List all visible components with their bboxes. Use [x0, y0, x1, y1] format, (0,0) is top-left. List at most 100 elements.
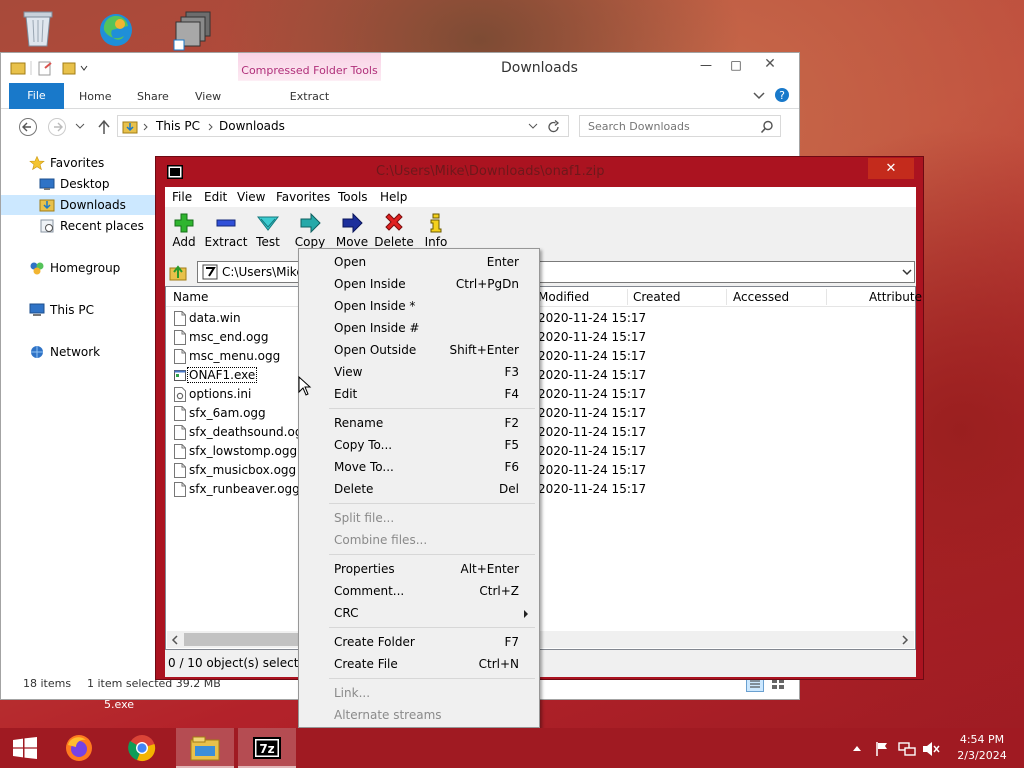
taskbar-file-explorer[interactable]	[176, 728, 234, 768]
menu-item-open-outside[interactable]: Open Outside Shift+Enter	[301, 339, 537, 361]
tab-file[interactable]: File	[9, 83, 64, 109]
nav-homegroup[interactable]: Homegroup	[1, 258, 159, 278]
nav-network[interactable]: Network	[1, 342, 159, 362]
menu-file[interactable]: File	[172, 190, 192, 204]
system-clock[interactable]: 4:54 PM 2/3/2024	[950, 732, 1014, 764]
recent-locations-icon[interactable]	[75, 123, 85, 131]
7zip-icon: 7z	[253, 737, 281, 759]
volume-muted-icon[interactable]	[922, 741, 940, 757]
app-shortcut-icon[interactable]	[172, 8, 216, 52]
menu-item-crc[interactable]: CRC	[301, 602, 537, 624]
breadcrumb-downloads[interactable]: Downloads	[219, 119, 285, 133]
menu-edit[interactable]: Edit	[204, 190, 227, 204]
folder-up-icon	[169, 265, 187, 281]
taskbar-chrome[interactable]	[114, 728, 172, 768]
search-input[interactable]	[586, 117, 756, 135]
menu-view[interactable]: View	[237, 190, 265, 204]
menu-tools[interactable]: Tools	[338, 190, 368, 204]
column-separator[interactable]	[826, 289, 827, 305]
taskbar-firefox[interactable]	[52, 728, 110, 768]
taskbar-7zip[interactable]: 7z	[238, 728, 296, 768]
start-button[interactable]	[0, 728, 58, 768]
ribbon-expand-icon[interactable]	[753, 91, 765, 101]
scroll-right-icon[interactable]	[901, 635, 909, 645]
file-row[interactable]: sfx_musicbox.ogg 2020-11-24 15:17	[166, 461, 915, 480]
address-dropdown-icon[interactable]	[528, 123, 538, 131]
file-name: sfx_musicbox.ogg	[189, 463, 297, 477]
file-row[interactable]: sfx_runbeaver.ogg 2020-11-24 15:17	[166, 480, 915, 499]
menu-item-properties[interactable]: Properties Alt+Enter	[301, 558, 537, 580]
up-icon[interactable]	[97, 119, 111, 135]
quick-access-toolbar-icon[interactable]	[9, 60, 89, 76]
menu-item-edit[interactable]: Edit F4	[301, 383, 537, 405]
add-button[interactable]: Add	[162, 210, 206, 256]
menu-item-label: Alternate streams	[334, 708, 442, 722]
scrollbar-thumb[interactable]	[184, 633, 302, 646]
folder-up-button[interactable]	[168, 262, 190, 282]
help-icon[interactable]: ?	[774, 87, 790, 103]
menu-item-delete[interactable]: Delete Del	[301, 478, 537, 500]
menu-item-open-inside[interactable]: Open Inside Ctrl+PgDn	[301, 273, 537, 295]
nav-this-pc[interactable]: This PC	[1, 300, 159, 320]
menu-item-copy-to[interactable]: Copy To... F5	[301, 434, 537, 456]
file-icon	[174, 444, 186, 459]
breadcrumb-this-pc[interactable]: This PC	[156, 119, 200, 133]
nav-label: Network	[50, 345, 101, 359]
menu-item-open-inside[interactable]: Open Inside *	[301, 295, 537, 317]
file-row[interactable]: msc_menu.ogg 2020-11-24 15:17	[166, 347, 915, 366]
extract-button[interactable]: Extract	[204, 210, 248, 256]
nav-downloads[interactable]: Downloads	[1, 195, 159, 215]
column-attributes[interactable]: Attribute	[869, 290, 922, 304]
network-status-icon[interactable]	[898, 741, 916, 757]
horizontal-scrollbar[interactable]	[167, 631, 914, 648]
tab-view[interactable]: View	[195, 90, 221, 103]
close-button[interactable]: ✕	[743, 53, 797, 75]
tab-share[interactable]: Share	[137, 90, 169, 103]
menu-item-open[interactable]: Open Enter	[301, 251, 537, 273]
back-icon[interactable]	[18, 117, 38, 137]
file-row[interactable]: sfx_6am.ogg 2020-11-24 15:17	[166, 404, 915, 423]
path-dropdown-icon[interactable]	[902, 269, 912, 277]
menu-help[interactable]: Help	[380, 190, 407, 204]
menu-item-create-file[interactable]: Create File Ctrl+N	[301, 653, 537, 675]
file-row[interactable]: options.ini 2020-11-24 15:17	[166, 385, 915, 404]
menu-favorites[interactable]: Favorites	[276, 190, 330, 204]
minimize-button[interactable]: —	[691, 55, 721, 77]
column-modified[interactable]: Modified	[538, 290, 589, 304]
column-name[interactable]: Name	[173, 290, 208, 304]
file-icon	[174, 330, 186, 345]
nav-favorites[interactable]: Favorites	[1, 153, 159, 173]
action-center-flag-icon[interactable]	[874, 741, 890, 757]
address-bar[interactable]: This PC Downloads	[117, 115, 569, 137]
recycle-bin-icon[interactable]	[16, 6, 60, 50]
menu-item-create-folder[interactable]: Create Folder F7	[301, 631, 537, 653]
edge-icon[interactable]	[94, 8, 138, 52]
file-row[interactable]: ONAF1.exe 2020-11-24 15:17	[166, 366, 915, 385]
tab-home[interactable]: Home	[79, 90, 111, 103]
menu-item-rename[interactable]: Rename F2	[301, 412, 537, 434]
menu-item-shortcut: Shift+Enter	[449, 343, 519, 357]
column-created[interactable]: Created	[633, 290, 681, 304]
menu-item-comment[interactable]: Comment... Ctrl+Z	[301, 580, 537, 602]
file-row[interactable]: sfx_deathsound.ogg 2020-11-24 15:17	[166, 423, 915, 442]
show-hidden-icons-icon[interactable]	[852, 744, 862, 752]
nav-recent-places[interactable]: Recent places	[1, 216, 159, 236]
menu-item-shortcut: Alt+Enter	[460, 562, 519, 576]
menu-item-view[interactable]: View F3	[301, 361, 537, 383]
nav-desktop[interactable]: Desktop	[1, 174, 159, 194]
column-separator[interactable]	[627, 289, 628, 305]
7zip-close-button[interactable]: ✕	[868, 158, 914, 179]
forward-icon[interactable]	[47, 117, 67, 137]
refresh-icon[interactable]	[546, 119, 562, 135]
scroll-left-icon[interactable]	[171, 635, 179, 645]
menu-item-open-inside[interactable]: Open Inside #	[301, 317, 537, 339]
file-row[interactable]: data.win 2020-11-24 15:17	[166, 309, 915, 328]
menu-item-alternate-streams: Alternate streams	[301, 704, 537, 726]
file-row[interactable]: sfx_lowstomp.ogg 2020-11-24 15:17	[166, 442, 915, 461]
search-icon[interactable]	[760, 120, 774, 134]
column-separator[interactable]	[726, 289, 727, 305]
column-accessed[interactable]: Accessed	[733, 290, 789, 304]
file-row[interactable]: msc_end.ogg 2020-11-24 15:17	[166, 328, 915, 347]
test-button[interactable]: Test	[246, 210, 290, 256]
menu-item-move-to[interactable]: Move To... F6	[301, 456, 537, 478]
